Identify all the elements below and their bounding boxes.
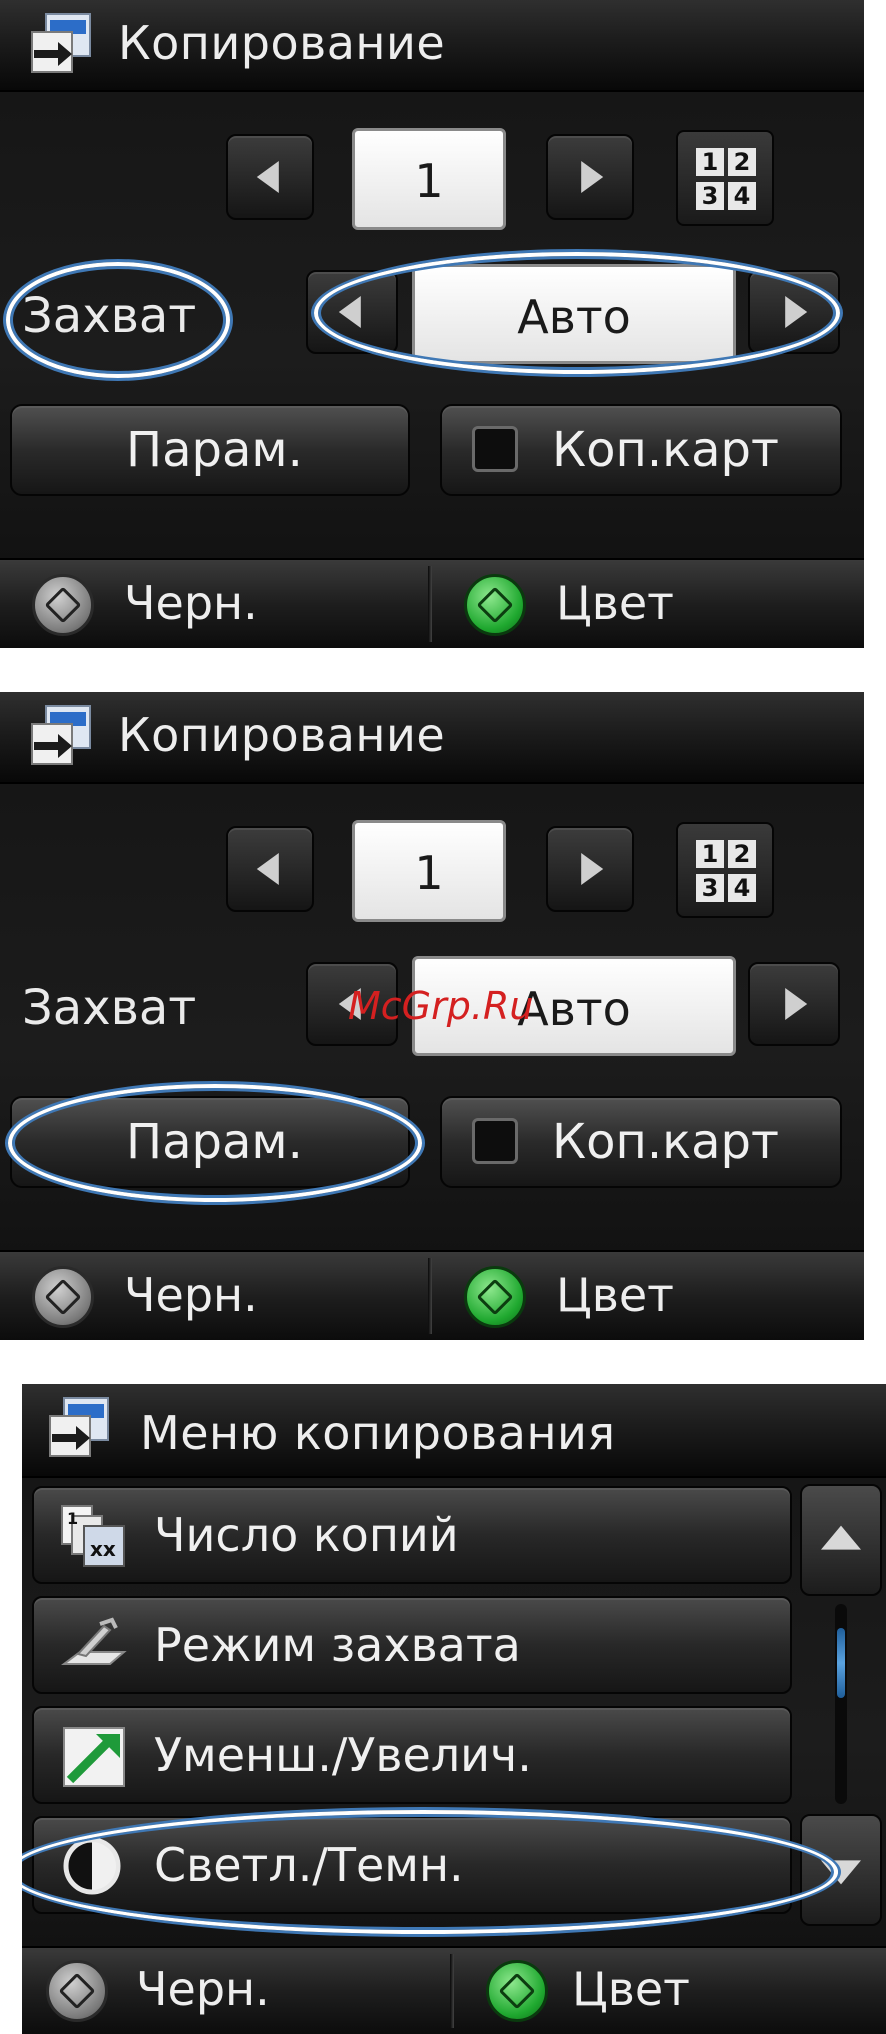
keypad-icon-digit: 3	[696, 182, 724, 210]
page-title: Меню копирования	[140, 1406, 616, 1460]
footer-divider	[428, 566, 432, 642]
resize-arrow-icon	[63, 1727, 125, 1787]
copy-screen-2: Копирование 1 1 2 3 4 Захват Авто McGrp.…	[0, 692, 864, 1340]
keypad-icon-digit: 1	[696, 840, 724, 868]
collate-button[interactable]: Коп.карт	[440, 1096, 842, 1188]
menu-item-label: Режим захвата	[154, 1618, 521, 1672]
collate-button-label: Коп.карт	[552, 422, 779, 478]
start-black-button[interactable]: Черн.	[0, 560, 430, 648]
menu-item-copy-count[interactable]: 1 xx Число копий	[32, 1486, 792, 1584]
keypad-icon-digit: 3	[696, 874, 724, 902]
contrast-icon	[63, 1837, 121, 1895]
menu-item-label: Светл./Темн.	[154, 1838, 464, 1892]
collate-checkbox[interactable]	[472, 426, 518, 472]
scroll-down-button[interactable]	[800, 1814, 882, 1926]
copy-count-badge-top: 1	[67, 1509, 78, 1528]
screen-header: Копирование	[0, 0, 864, 92]
keypad-icon-digit: 4	[728, 874, 756, 902]
options-button-label: Парам.	[126, 1114, 303, 1170]
menu-item-label: Уменш./Увелич.	[154, 1728, 532, 1782]
arrow-down-icon	[821, 1860, 861, 1885]
arrow-left-icon	[338, 296, 361, 328]
start-black-button[interactable]: Черн.	[22, 1948, 452, 2034]
copy-app-icon	[49, 1397, 109, 1457]
capture-next-button[interactable]	[748, 270, 840, 354]
capture-label: Захват	[22, 980, 197, 1036]
start-color-label: Цвет	[556, 1268, 674, 1322]
start-color-button[interactable]: Цвет	[434, 1252, 864, 1340]
menu-item-lighter-darker[interactable]: Светл./Темн.	[32, 1816, 792, 1914]
start-color-label: Цвет	[572, 1962, 690, 2016]
copies-decrease-button[interactable]	[226, 826, 314, 912]
footer-divider	[450, 1954, 454, 2028]
page-title: Копирование	[118, 708, 446, 762]
menu-item-label: Число копий	[154, 1508, 459, 1562]
options-button[interactable]: Парам.	[10, 1096, 410, 1188]
options-button-label: Парам.	[126, 422, 303, 478]
copies-keypad-button[interactable]: 1 2 3 4	[676, 822, 774, 918]
collate-button-label: Коп.карт	[552, 1114, 779, 1170]
start-black-icon	[46, 1960, 108, 2022]
copies-increase-button[interactable]	[546, 134, 634, 220]
collate-checkbox[interactable]	[472, 1118, 518, 1164]
menu-item-reduce-enlarge[interactable]: Уменш./Увелич.	[32, 1706, 792, 1804]
capture-prev-button[interactable]	[306, 270, 398, 354]
start-black-label: Черн.	[124, 576, 258, 630]
copy-screen-1: Копирование 1 1 2 3 4 Захват Авто Парам.…	[0, 0, 864, 648]
footer-bar: Черн. Цвет	[0, 558, 864, 648]
start-color-icon	[464, 574, 526, 636]
copy-app-icon	[31, 705, 91, 765]
start-black-button[interactable]: Черн.	[0, 1252, 430, 1340]
capture-label: Захват	[22, 288, 197, 344]
start-black-icon	[32, 1266, 94, 1328]
keypad-icon-digit: 1	[696, 148, 724, 176]
arrow-left-icon	[256, 853, 279, 885]
copies-decrease-button[interactable]	[226, 134, 314, 220]
start-color-button[interactable]: Цвет	[456, 1948, 886, 2034]
keypad-icon-digit: 2	[728, 148, 756, 176]
copies-value-field[interactable]: 1	[352, 820, 506, 922]
menu-item-capture-mode[interactable]: Режим захвата	[32, 1596, 792, 1694]
copy-app-icon	[31, 13, 91, 73]
scrollbar-thumb[interactable]	[837, 1628, 845, 1698]
scanner-lid-icon	[61, 1617, 127, 1665]
scroll-up-button[interactable]	[800, 1484, 882, 1596]
arrow-right-icon	[581, 853, 604, 885]
copies-increase-button[interactable]	[546, 826, 634, 912]
start-color-label: Цвет	[556, 576, 674, 630]
screen-header: Копирование	[0, 692, 864, 784]
start-black-label: Черн.	[124, 1268, 258, 1322]
start-color-icon	[464, 1266, 526, 1328]
collate-button[interactable]: Коп.карт	[440, 404, 842, 496]
arrow-right-icon	[785, 296, 808, 328]
arrow-left-icon	[256, 161, 279, 193]
keypad-icon-digit: 2	[728, 840, 756, 868]
copy-menu-screen: Меню копирования 1 xx Число копий Режим …	[22, 1384, 886, 2034]
copies-value-field[interactable]: 1	[352, 128, 506, 230]
screen-header: Меню копирования	[22, 1384, 886, 1478]
capture-next-button[interactable]	[748, 962, 840, 1046]
start-color-icon	[486, 1960, 548, 2022]
footer-divider	[428, 1258, 432, 1334]
arrow-right-icon	[581, 161, 604, 193]
footer-bar: Черн. Цвет	[0, 1250, 864, 1340]
copy-count-icon: 1 xx	[61, 1505, 125, 1567]
keypad-icon-digit: 4	[728, 182, 756, 210]
start-black-label: Черн.	[136, 1962, 270, 2016]
start-black-icon	[32, 574, 94, 636]
scrollbar-track[interactable]	[835, 1604, 847, 1804]
capture-value-field[interactable]: Авто	[412, 264, 736, 364]
start-color-button[interactable]: Цвет	[434, 560, 864, 648]
copy-count-badge-bottom: xx	[90, 1537, 116, 1561]
arrow-up-icon	[821, 1525, 861, 1550]
footer-bar: Черн. Цвет	[22, 1946, 886, 2034]
watermark: McGrp.Ru	[348, 984, 534, 1028]
options-button[interactable]: Парам.	[10, 404, 410, 496]
copies-keypad-button[interactable]: 1 2 3 4	[676, 130, 774, 226]
page-title: Копирование	[118, 16, 446, 70]
arrow-right-icon	[785, 988, 808, 1020]
